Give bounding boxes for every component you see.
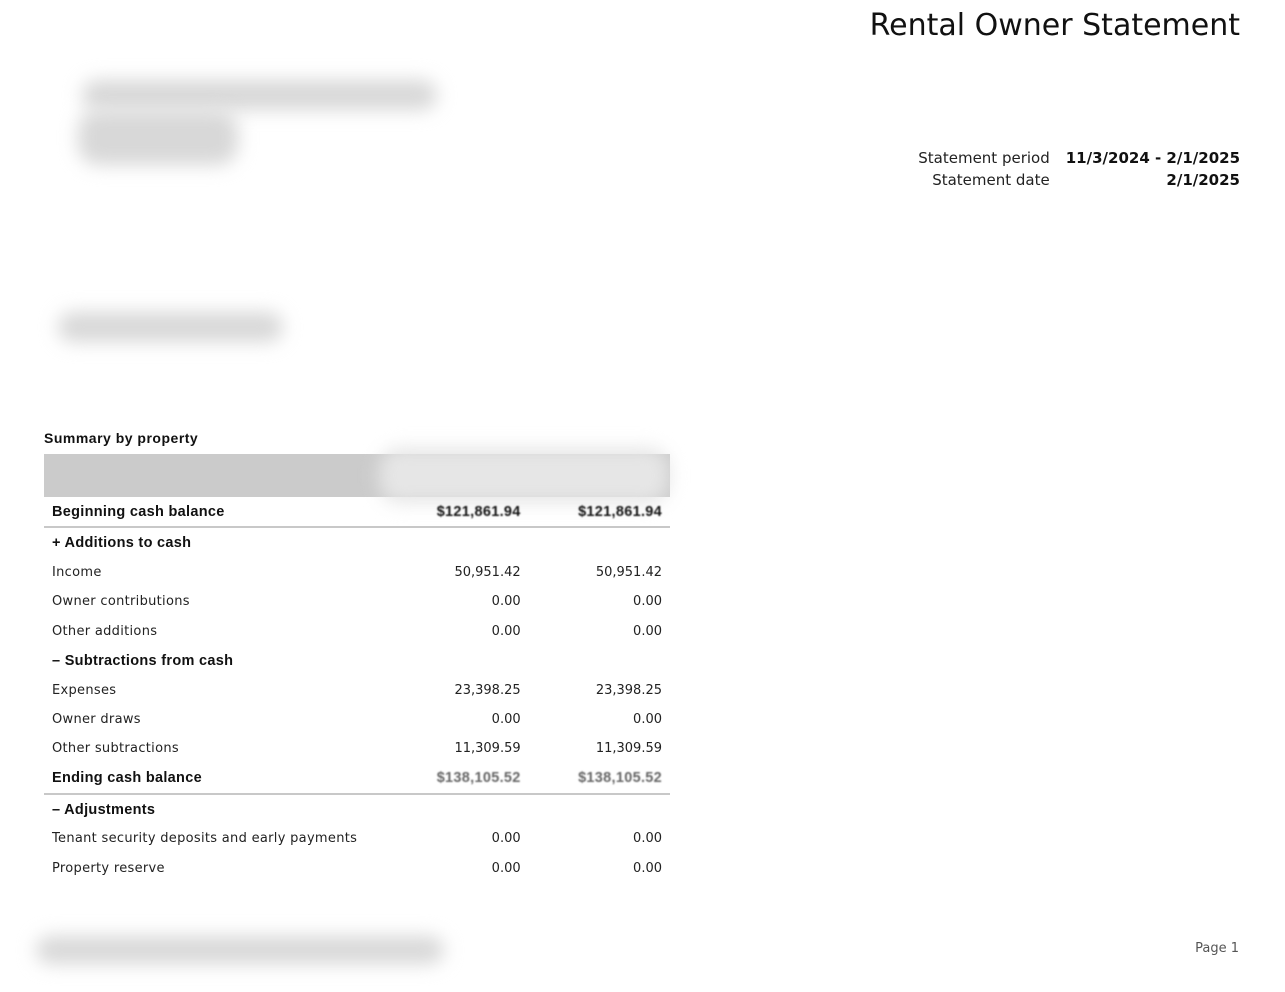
statement-period-value: 11/3/2024 - 2/1/2025 [1065, 149, 1240, 167]
table-row-additions-header: + Additions to cash [44, 527, 670, 557]
row-value-2: $121,861.94 [528, 497, 670, 529]
row-value-2: 23,398.25 [595, 682, 662, 698]
row-label: Other additions [52, 623, 158, 639]
statement-period-row: Statement period 11/3/2024 - 2/1/2025 [918, 147, 1240, 169]
row-value-1: 23,398.25 [454, 682, 521, 698]
row-label: Ending cash balance [44, 763, 388, 795]
row-label: Tenant security deposits and early payme… [52, 831, 358, 847]
row-label: – Subtractions from cash [52, 652, 234, 669]
redacted-footer-info [36, 936, 444, 964]
table-row-expenses: Expenses 23,398.25 23,398.25 [44, 675, 670, 704]
row-value-1: 50,951.42 [454, 564, 521, 580]
row-label: Income [52, 564, 102, 580]
summary-title: Summary by property [44, 430, 199, 446]
row-value-2: 0.00 [633, 594, 662, 610]
table-row-other-subtractions: Other subtractions 11,309.59 11,309.59 [44, 734, 670, 763]
redacted-owner-address-line [78, 110, 238, 165]
summary-header-row [44, 448, 670, 503]
table-row-other-additions: Other additions 0.00 0.00 [44, 617, 670, 646]
row-value-1: 0.00 [491, 623, 521, 639]
row-value-2: 11,309.59 [595, 741, 662, 757]
table-row-income: Income 50,951.42 50,951.42 [44, 558, 670, 587]
table-row-property-reserve: Property reserve 0.00 0.00 [44, 854, 670, 883]
statement-meta: Statement period 11/3/2024 - 2/1/2025 St… [918, 147, 1240, 191]
row-value-2: $138,105.52 [528, 763, 670, 795]
row-value-1 [387, 527, 528, 557]
statement-date-label: Statement date [932, 171, 1050, 189]
table-row-owner-draws: Owner draws 0.00 0.00 [44, 705, 670, 734]
row-value-1: $138,105.52 [387, 763, 529, 795]
row-label: Expenses [52, 682, 117, 698]
page-number: Page 1 [1195, 941, 1239, 956]
row-label: Beginning cash balance [44, 497, 388, 529]
row-label: + Additions to cash [52, 535, 192, 552]
row-value-1 [387, 794, 528, 824]
table-row-subtractions-header: – Subtractions from cash [44, 646, 670, 675]
table-row-adjustments-header: – Adjustments [44, 794, 670, 824]
summary-table: Beginning cash balance $121,861.94 $121,… [44, 448, 670, 883]
row-value-1 [387, 646, 528, 675]
row-value-2: 0.00 [633, 711, 662, 727]
row-value-2: 50,951.42 [595, 564, 662, 580]
row-label: Other subtractions [52, 741, 179, 757]
table-row-tenant-deposits: Tenant security deposits and early payme… [44, 824, 670, 853]
row-label: Owner contributions [52, 594, 190, 610]
row-value-1: 0.00 [491, 831, 521, 847]
redacted-property-column-header [379, 448, 670, 503]
table-row-owner-contributions: Owner contributions 0.00 0.00 [44, 587, 670, 616]
row-value-1: 0.00 [491, 594, 521, 610]
table-row-ending-balance: Ending cash balance $138,105.52 $138,105… [44, 763, 670, 795]
statement-date-row: Statement date 2/1/2025 [918, 169, 1240, 191]
row-value-2 [529, 794, 670, 824]
statement-date-value: 2/1/2025 [1166, 171, 1240, 189]
row-value-2: 0.00 [633, 860, 662, 876]
row-value-2: 0.00 [633, 831, 662, 847]
row-label: Owner draws [52, 711, 141, 727]
row-value-2 [529, 646, 670, 675]
row-value-1: $121,861.94 [387, 497, 529, 529]
row-value-1: 0.00 [491, 860, 521, 876]
row-value-2: 0.00 [633, 623, 662, 639]
row-label: – Adjustments [52, 801, 156, 818]
summary-header-cell [44, 454, 388, 497]
table-row-beginning-balance: Beginning cash balance $121,861.94 $121,… [44, 497, 670, 529]
redacted-property-name [58, 312, 283, 342]
redacted-owner-address [82, 80, 437, 110]
statement-period-label: Statement period [918, 149, 1050, 167]
document-title: Rental Owner Statement [869, 8, 1240, 43]
row-value-1: 0.00 [491, 711, 521, 727]
row-value-1: 11,309.59 [454, 741, 521, 757]
row-label: Property reserve [52, 860, 165, 876]
row-value-2 [529, 527, 670, 557]
redacted-column-name [379, 448, 670, 503]
